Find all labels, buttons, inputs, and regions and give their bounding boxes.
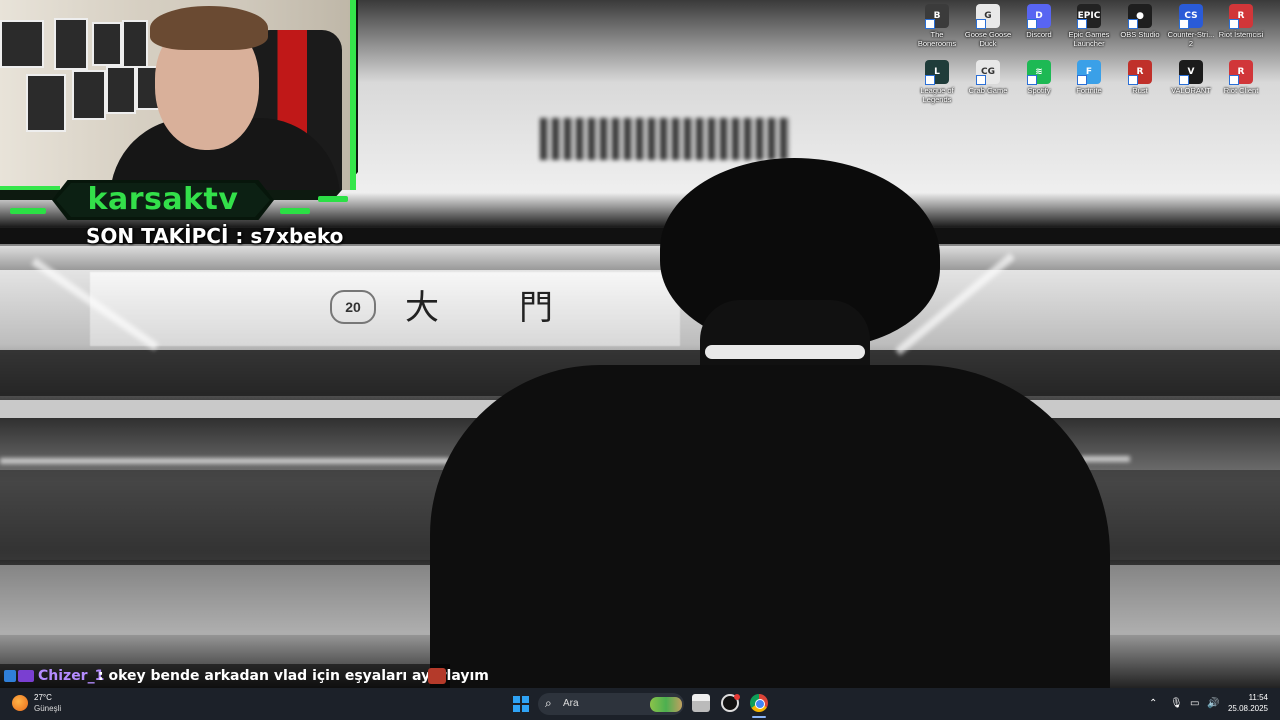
frame-dash: [280, 208, 310, 214]
wallpaper-sign-number: 20: [330, 290, 376, 324]
desktop-shortcut-label: Fortnite: [1076, 86, 1102, 95]
riot-client-2-icon: R: [1229, 60, 1253, 85]
desktop-shortcut[interactable]: EPIC Epic Games Launcher: [1063, 4, 1115, 48]
wall-photo: [72, 70, 106, 120]
windows-logo-icon: [522, 696, 529, 703]
rust-icon: R: [1128, 60, 1152, 85]
chat-badge-icon: [18, 670, 34, 682]
active-app-indicator: [752, 716, 766, 718]
desktop-shortcut-label: VALORANT: [1171, 86, 1211, 95]
desktop-shortcut-label: Discord: [1026, 30, 1052, 39]
wallpaper-person-body: [430, 365, 1110, 688]
desktop-shortcut[interactable]: L League of Legends: [911, 60, 963, 104]
desktop-shortcut[interactable]: R Rust: [1114, 60, 1166, 95]
wall-photo: [0, 20, 44, 68]
windows-logo-icon: [513, 705, 520, 712]
desktop-shortcut[interactable]: D Discord: [1013, 4, 1065, 39]
desktop-shortcut[interactable]: B The Bonerooms: [911, 4, 963, 48]
frame-dash: [10, 208, 46, 214]
wall-photo: [122, 20, 148, 68]
wallpaper-person-collar: [705, 345, 865, 359]
chrome-icon-center: [755, 699, 765, 709]
chat-emote-icon: [428, 668, 446, 684]
search-icon: ⌕: [545, 696, 552, 710]
desktop-shortcut[interactable]: ● OBS Studio: [1114, 4, 1166, 39]
bonerooms-icon: B: [925, 4, 949, 29]
counter-strike-icon: CS: [1179, 4, 1203, 29]
wallpaper-top-sign: [540, 118, 790, 160]
webcam-overlay: karsaktv: [0, 0, 372, 220]
fortnite-icon: F: [1077, 60, 1101, 85]
wallpaper-streak: [1080, 456, 1130, 462]
windows-logo-icon: [522, 705, 529, 712]
desktop-shortcut-label: Spotify: [1027, 86, 1051, 95]
last-follower-text: SON TAKİPCİ : s7xbeko: [86, 224, 344, 248]
chat-username: Chizer_1: [38, 668, 105, 684]
desktop-shortcut-label: Riot Client: [1223, 86, 1259, 95]
search-highlight-image[interactable]: [650, 697, 682, 712]
weather-temperature[interactable]: 27°C: [34, 693, 52, 702]
desktop-shortcut-label: The Bonerooms: [917, 30, 957, 48]
wall-photo: [26, 74, 66, 132]
wallpaper-band: [0, 246, 1280, 270]
desktop-shortcut-label: Riot İstemcisi: [1218, 30, 1264, 39]
start-button[interactable]: [513, 696, 529, 712]
file-explorer-icon[interactable]: [692, 694, 710, 712]
desktop-shortcut[interactable]: R Riot Client: [1215, 60, 1267, 95]
desktop-shortcut[interactable]: V VALORANT: [1165, 60, 1217, 95]
valorant-icon: V: [1179, 60, 1203, 85]
desktop-shortcut[interactable]: G Goose Goose Duck: [962, 4, 1014, 48]
desktop-shortcut-label: Goose Goose Duck: [964, 30, 1012, 48]
clock-date[interactable]: 25.08.2025: [1226, 704, 1268, 713]
wall-photo: [54, 18, 88, 70]
weather-condition[interactable]: Güneşli: [34, 704, 61, 713]
discord-icon: D: [1027, 4, 1051, 29]
webcam-feed: [0, 0, 350, 190]
chat-badge-icon: [4, 670, 16, 682]
desktop-shortcut[interactable]: CS Counter-Stri... 2: [1165, 4, 1217, 48]
wall-photo: [92, 22, 122, 66]
obs-studio-icon: ●: [1128, 4, 1152, 29]
frame-edge: [0, 186, 60, 190]
wall-photo: [106, 66, 136, 114]
recording-dot-icon: [734, 694, 740, 700]
streamer-hair: [150, 6, 268, 50]
search-placeholder[interactable]: Ara: [563, 698, 579, 709]
frame-edge: [350, 0, 356, 190]
frame-dash: [318, 196, 348, 202]
spotify-icon: ≋: [1027, 60, 1051, 85]
desktop-shortcut-label: Crab Game: [968, 86, 1008, 95]
desktop-shortcut-label: League of Legends: [920, 86, 954, 104]
desktop-shortcut[interactable]: F Fortnite: [1063, 60, 1115, 95]
goose-goose-duck-icon: G: [976, 4, 1000, 29]
speaker-icon[interactable]: 🔊: [1207, 698, 1219, 709]
display-icon[interactable]: ▭: [1190, 698, 1199, 709]
league-of-legends-icon: L: [925, 60, 949, 85]
chevron-up-icon[interactable]: ⌃: [1149, 698, 1157, 709]
epic-games-icon: EPIC: [1077, 4, 1101, 29]
clock-time[interactable]: 11:54: [1240, 693, 1268, 702]
wallpaper-streak: [0, 458, 450, 464]
desktop-shortcut-label: Epic Games Launcher: [1068, 30, 1110, 48]
desktop-shortcut-label: Counter-Stri... 2: [1167, 30, 1215, 48]
riot-client-icon: R: [1229, 4, 1253, 29]
windows-logo-icon: [513, 696, 520, 703]
desktop-shortcut-label: OBS Studio: [1120, 30, 1160, 39]
channel-name-plate: karsaktv: [52, 180, 274, 220]
weather-sun-icon[interactable]: [12, 695, 28, 711]
desktop-shortcut[interactable]: CG Crab Game: [962, 60, 1014, 95]
wallpaper-sign-kanji: 大門: [405, 288, 633, 328]
desktop-shortcut[interactable]: R Riot İstemcisi: [1215, 4, 1267, 39]
desktop-shortcut-label: Rust: [1132, 86, 1148, 95]
crab-game-icon: CG: [976, 60, 1000, 85]
channel-name: karsaktv: [87, 182, 239, 217]
microphone-icon[interactable]: 🎙: [1170, 698, 1183, 709]
desktop-shortcut[interactable]: ≋ Spotify: [1013, 60, 1065, 95]
